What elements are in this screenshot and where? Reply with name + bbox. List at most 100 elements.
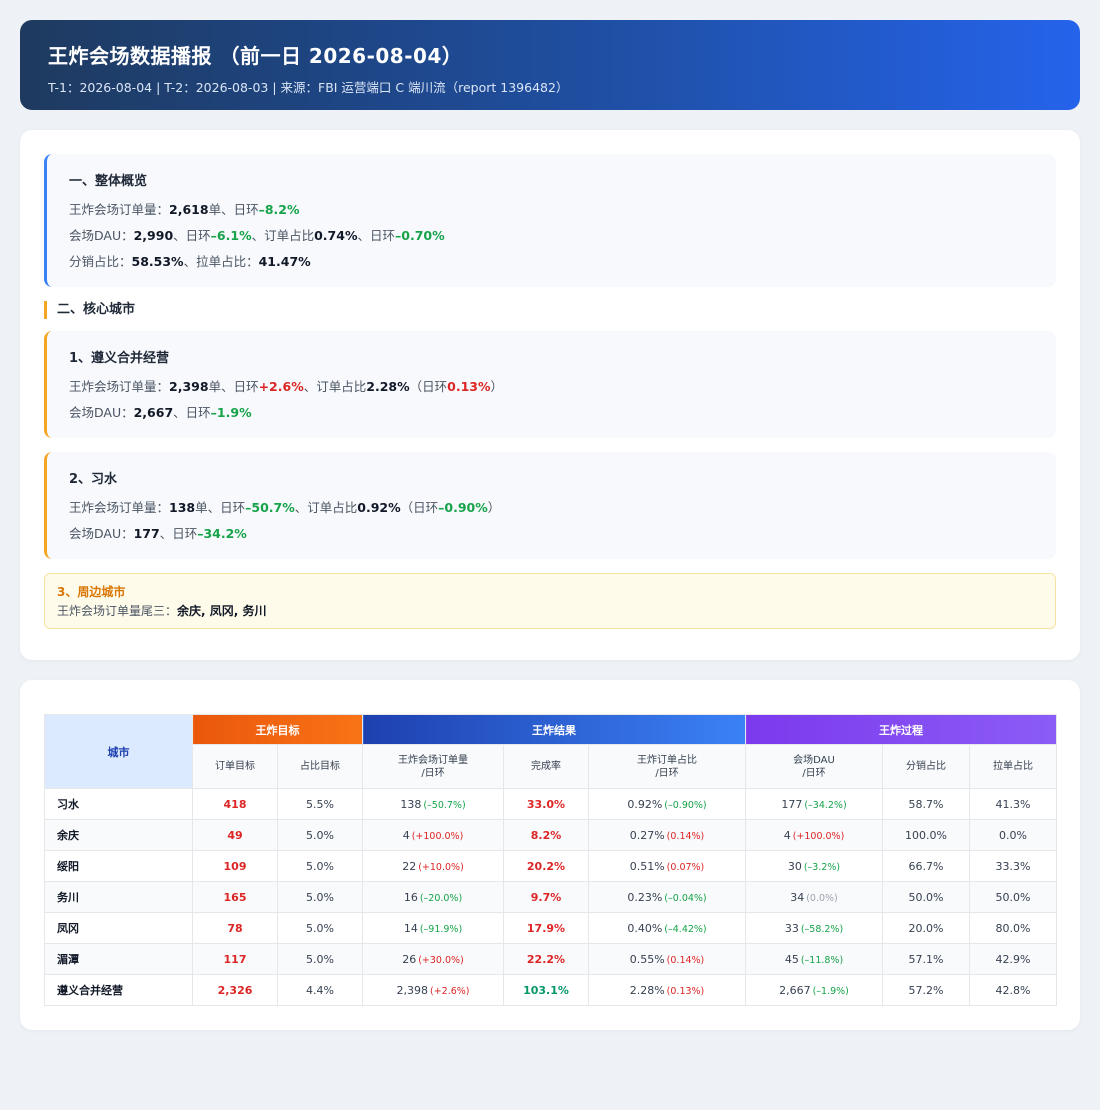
share-target-cell: 5.0% (277, 881, 363, 913)
dau-cell-change: (–34.2%) (804, 799, 847, 811)
orders-cell: 14 (–91.9%) (362, 912, 504, 944)
pull-share-cell-value: 42.8% (995, 983, 1031, 997)
share-label: 、订单占比 (294, 500, 358, 515)
orders-cell: 4 (+100.0%) (362, 819, 504, 851)
order-share-cell-change: (0.13%) (666, 985, 705, 997)
pull-share-cell: 50.0% (969, 881, 1057, 913)
dau-label: 会场DAU： (69, 228, 134, 243)
dau-cell: 177 (–34.2%) (745, 788, 883, 820)
orders-change: –8.2% (258, 202, 300, 217)
order-share-cell: 0.92% (–0.90%) (588, 788, 746, 820)
pull-share-cell: 42.9% (969, 943, 1057, 975)
city-zunyi-dau-line: 会场DAU：2,667、日环–1.9% (69, 404, 1034, 422)
order-share-cell: 0.23% (–0.04%) (588, 881, 746, 913)
col-header-orders-line2: /日环 (421, 767, 445, 779)
dau-change: –1.9% (210, 405, 252, 420)
city-cell-value: 湄潭 (57, 953, 79, 966)
city-cell-value: 余庆 (57, 829, 79, 842)
page-title: 王炸会场数据播报 （前一日 2026-08-04） (48, 44, 463, 68)
peripheral-cities-note: 3、周边城市 王炸会场订单量尾三：余庆, 凤冈, 务川 (44, 573, 1056, 629)
pull-share-cell: 42.8% (969, 974, 1057, 1006)
city-zunyi-section: 1、遵义合并经营 王炸会场订单量：2,398单、日环+2.6%、订单占比2.28… (44, 331, 1056, 438)
share-label: 、订单占比 (251, 228, 315, 243)
dau-cell-value: 45 (784, 952, 799, 966)
order-target-cell: 78 (192, 912, 278, 944)
pull-share-cell: 33.3% (969, 850, 1057, 882)
orders-unit: 单、日环 (208, 202, 259, 217)
orders-cell-change: (–20.0%) (419, 892, 463, 904)
city-cell: 遵义合并经营 (44, 974, 193, 1006)
report-header: 王炸会场数据播报 （前一日 2026-08-04） T-1：2026-08-04… (20, 20, 1080, 110)
completion-rate-cell: 33.0% (503, 788, 589, 820)
share-target-cell: 5.0% (277, 819, 363, 851)
order-share-cell-value: 0.51% (629, 859, 665, 873)
share-sep: 、日环 (357, 228, 395, 243)
share-target-cell-value: 5.0% (306, 921, 334, 935)
orders-cell: 138 (–50.7%) (362, 788, 504, 820)
pull-share-cell-value: 50.0% (995, 890, 1031, 904)
dist-share-cell-value: 66.7% (908, 859, 944, 873)
orders-value: 138 (169, 500, 196, 515)
orders-cell-value: 22 (402, 859, 417, 873)
order-share-cell-change: (0.07%) (666, 861, 705, 873)
dist-share-cell-value: 100.0% (905, 828, 947, 842)
group-header-process: 王炸过程 (745, 714, 1057, 745)
share-target-cell: 5.0% (277, 912, 363, 944)
pull-share-cell-value: 0.0% (999, 828, 1027, 842)
col-header-pull: 拉单占比 (969, 744, 1057, 789)
group-header-target: 王炸目标 (192, 714, 363, 745)
dist-share-cell-value: 50.0% (908, 890, 944, 904)
orders-cell-change: (+100.0%) (411, 830, 464, 842)
city-xishui-title: 2、习水 (69, 472, 118, 487)
orders-cell: 16 (–20.0%) (362, 881, 504, 913)
overview-dist-line: 分销占比：58.53%、拉单占比：41.47% (69, 253, 1034, 271)
orders-cell: 2,398 (+2.6%) (362, 974, 504, 1006)
dist-share-cell: 58.7% (882, 788, 970, 820)
pull-share-cell: 80.0% (969, 912, 1057, 944)
city-cell: 习水 (44, 788, 193, 820)
order-target-cell-value: 109 (223, 859, 247, 873)
order-target-cell: 49 (192, 819, 278, 851)
table-row: 习水 418 5.5% 138 (–50.7%) 33.0% 0.92% (–0.90%) 17… (44, 788, 1057, 820)
city-cell: 务川 (44, 881, 193, 913)
dist-share-cell-value: 58.7% (908, 797, 944, 811)
order-share-cell-value: 0.40% (627, 921, 663, 935)
order-share-cell-change: (0.14%) (666, 830, 705, 842)
pull-value: 41.47% (258, 254, 311, 269)
city-cell: 凤冈 (44, 912, 193, 944)
peripheral-cities-line: 王炸会场订单量尾三：余庆, 凤冈, 务川 (57, 602, 1043, 619)
completion-rate-cell-value: 33.0% (526, 797, 566, 811)
completion-rate-cell-value: 17.9% (526, 921, 566, 935)
city-cell-value: 务川 (57, 891, 79, 904)
page-subtitle: T-1：2026-08-04 | T-2：2026-08-03 | 来源：FBI… (48, 80, 569, 95)
peripheral-label: 王炸会场订单量尾三： (57, 604, 178, 618)
dau-cell: 2,667 (–1.9%) (745, 974, 883, 1006)
table-row: 余庆 49 5.0% 4 (+100.0%) 8.2% 0.27% (0.14%) 4 (+100… (44, 819, 1057, 851)
share-value: 0.74% (314, 228, 358, 243)
col-header-share-target: 占比目标 (277, 744, 363, 789)
completion-rate-cell-value: 103.1% (523, 983, 569, 997)
dau-label: 会场DAU： (69, 405, 134, 420)
pull-share-cell-value: 42.9% (995, 952, 1031, 966)
city-cell: 绥阳 (44, 850, 193, 882)
orders-cell-value: 138 (400, 797, 422, 811)
share-value: 2.28% (366, 379, 410, 394)
orders-label: 王炸会场订单量： (69, 379, 170, 394)
order-target-cell-value: 165 (223, 890, 247, 904)
order-share-cell-change: (–0.90%) (664, 799, 707, 811)
orders-value: 2,398 (169, 379, 209, 394)
dau-value: 2,667 (133, 405, 174, 420)
order-share-cell: 2.28% (0.13%) (588, 974, 746, 1006)
order-target-cell-value: 418 (223, 797, 247, 811)
orders-cell-value: 26 (402, 952, 417, 966)
order-share-cell-value: 0.23% (627, 890, 663, 904)
table-row: 务川 165 5.0% 16 (–20.0%) 9.7% 0.23% (–0.04%) 34 (0… (44, 881, 1057, 913)
share-value: 0.92% (357, 500, 401, 515)
order-target-cell: 109 (192, 850, 278, 882)
share-target-cell: 5.0% (277, 850, 363, 882)
share-target-cell: 5.0% (277, 943, 363, 975)
dau-cell: 34 (0.0%) (745, 881, 883, 913)
dau-cell-change: (–1.9%) (812, 985, 849, 997)
dist-label: 分销占比： (69, 254, 132, 269)
orders-cell-value: 2,398 (396, 983, 428, 997)
